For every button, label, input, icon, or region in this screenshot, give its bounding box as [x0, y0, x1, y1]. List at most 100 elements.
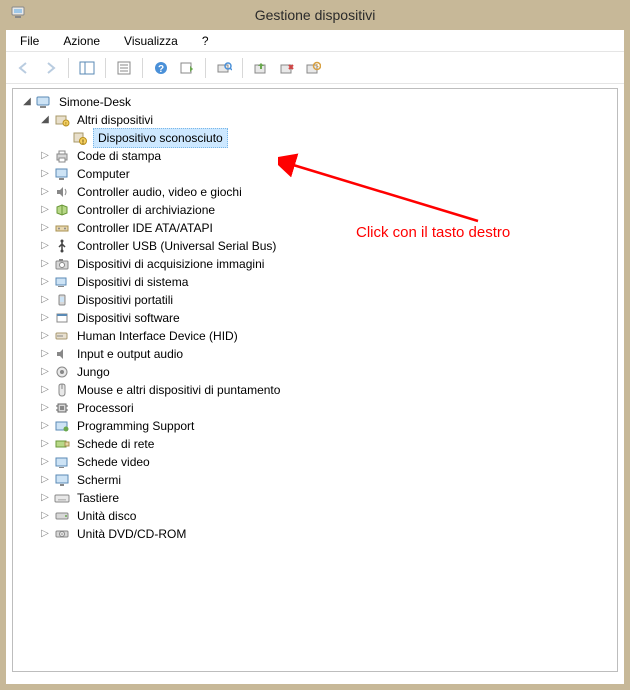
monitor-icon: [53, 472, 71, 488]
tree-root-computer[interactable]: Simone-Desk: [19, 93, 617, 111]
tree-category-label: Computer: [75, 165, 132, 183]
usb-icon: [53, 238, 71, 254]
tree-category-label: Tastiere: [75, 489, 121, 507]
expander-icon[interactable]: [21, 93, 33, 111]
tree-category-dispositivi-software[interactable]: Dispositivi software: [19, 309, 617, 327]
show-hide-tree-button[interactable]: [75, 56, 99, 80]
printer-icon: [53, 148, 71, 164]
tree-category-label: Dispositivi di sistema: [75, 273, 190, 291]
tree-category-tastiere[interactable]: Tastiere: [19, 489, 617, 507]
expander-icon[interactable]: [39, 399, 51, 417]
tree-category-audio-io[interactable]: Input e output audio: [19, 345, 617, 363]
programming-icon: [53, 418, 71, 434]
device-tree: Simone-Desk ! Altri dispositivi ! Dispos…: [13, 89, 617, 547]
tree-category-label: Controller audio, video e giochi: [75, 183, 244, 201]
menu-visualizza[interactable]: Visualizza: [118, 32, 184, 50]
tree-category-controller-archiviazione[interactable]: Controller di archiviazione: [19, 201, 617, 219]
menu-bar: File Azione Visualizza ?: [6, 30, 624, 52]
expander-icon[interactable]: [39, 363, 51, 381]
tree-category-schede-video[interactable]: Schede video: [19, 453, 617, 471]
tree-category-label: Altri dispositivi: [75, 111, 155, 129]
update-driver-button[interactable]: [249, 56, 273, 80]
tree-root-label: Simone-Desk: [57, 93, 133, 111]
tree-category-dispositivi-sistema[interactable]: Dispositivi di sistema: [19, 273, 617, 291]
tree-category-label: Unità DVD/CD-ROM: [75, 525, 188, 543]
expander-icon[interactable]: [39, 507, 51, 525]
toolbar-separator: [68, 58, 69, 78]
menu-file[interactable]: File: [14, 32, 45, 50]
tree-category-acquisizione-immagini[interactable]: Dispositivi di acquisizione immagini: [19, 255, 617, 273]
properties-button[interactable]: [112, 56, 136, 80]
tree-category-altri-dispositivi[interactable]: ! Altri dispositivi: [19, 111, 617, 129]
svg-text:!: !: [65, 122, 66, 127]
tree-category-label: Controller IDE ATA/ATAPI: [75, 219, 215, 237]
tree-category-hid[interactable]: Human Interface Device (HID): [19, 327, 617, 345]
tree-item-label: Dispositivo sconosciuto: [93, 128, 228, 148]
expander-icon[interactable]: [39, 453, 51, 471]
expander-icon[interactable]: [39, 183, 51, 201]
tree-item-dispositivo-sconosciuto[interactable]: ! Dispositivo sconosciuto: [19, 129, 617, 147]
computer-icon: [35, 94, 53, 110]
expander-icon[interactable]: [39, 219, 51, 237]
menu-help[interactable]: ?: [196, 32, 215, 50]
help-button[interactable]: ?: [149, 56, 173, 80]
tree-category-dispositivi-portatili[interactable]: Dispositivi portatili: [19, 291, 617, 309]
expander-icon[interactable]: [39, 417, 51, 435]
expander-icon[interactable]: [39, 165, 51, 183]
tree-category-schede-rete[interactable]: Schede di rete: [19, 435, 617, 453]
tree-category-programming[interactable]: Programming Support: [19, 417, 617, 435]
computer-icon: [53, 166, 71, 182]
toolbar-separator: [242, 58, 243, 78]
expander-icon[interactable]: [39, 111, 51, 129]
tree-category-mouse[interactable]: Mouse e altri dispositivi di puntamento: [19, 381, 617, 399]
tree-category-controller-audio[interactable]: Controller audio, video e giochi: [19, 183, 617, 201]
portable-icon: [53, 292, 71, 308]
expander-icon[interactable]: [39, 201, 51, 219]
action-button[interactable]: [175, 56, 199, 80]
tree-category-label: Schede video: [75, 453, 152, 471]
tree-panel[interactable]: Simone-Desk ! Altri dispositivi ! Dispos…: [12, 88, 618, 672]
tree-category-label: Schermi: [75, 471, 123, 489]
tree-category-controller-usb[interactable]: Controller USB (Universal Serial Bus): [19, 237, 617, 255]
expander-icon[interactable]: [39, 345, 51, 363]
uninstall-button[interactable]: [275, 56, 299, 80]
disable-button[interactable]: [301, 56, 325, 80]
tree-category-label: Mouse e altri dispositivi di puntamento: [75, 381, 282, 399]
video-card-icon: [53, 454, 71, 470]
tree-category-controller-ide[interactable]: Controller IDE ATA/ATAPI: [19, 219, 617, 237]
tree-category-processori[interactable]: Processori: [19, 399, 617, 417]
tree-category-schermi[interactable]: Schermi: [19, 471, 617, 489]
expander-icon[interactable]: [39, 489, 51, 507]
expander-icon[interactable]: [39, 381, 51, 399]
expander-icon[interactable]: [39, 255, 51, 273]
back-button[interactable]: [12, 56, 36, 80]
tree-category-label: Controller di archiviazione: [75, 201, 217, 219]
expander-icon[interactable]: [39, 237, 51, 255]
expander-icon[interactable]: [39, 273, 51, 291]
tree-category-unita-disco[interactable]: Unità disco: [19, 507, 617, 525]
expander-icon[interactable]: [39, 291, 51, 309]
annotation-text: Click con il tasto destro: [356, 224, 510, 241]
expander-icon[interactable]: [39, 471, 51, 489]
toolbar-separator: [205, 58, 206, 78]
expander-icon[interactable]: [39, 309, 51, 327]
expander-icon[interactable]: [39, 525, 51, 543]
keyboard-icon: [53, 490, 71, 506]
scan-hardware-button[interactable]: [212, 56, 236, 80]
expander-icon[interactable]: [39, 435, 51, 453]
expander-icon[interactable]: [39, 147, 51, 165]
unknown-device-icon: !: [71, 130, 89, 146]
tree-category-jungo[interactable]: Jungo: [19, 363, 617, 381]
tree-category-label: Dispositivi portatili: [75, 291, 175, 309]
tree-category-computer[interactable]: Computer: [19, 165, 617, 183]
tree-category-label: Processori: [75, 399, 136, 417]
tree-category-label: Dispositivi di acquisizione immagini: [75, 255, 266, 273]
expander-icon[interactable]: [39, 327, 51, 345]
forward-button[interactable]: [38, 56, 62, 80]
storage-icon: [53, 202, 71, 218]
tree-category-unita-dvd[interactable]: Unità DVD/CD-ROM: [19, 525, 617, 543]
tree-category-code-di-stampa[interactable]: Code di stampa: [19, 147, 617, 165]
tree-category-label: Dispositivi software: [75, 309, 182, 327]
menu-azione[interactable]: Azione: [57, 32, 106, 50]
system-icon: [53, 274, 71, 290]
